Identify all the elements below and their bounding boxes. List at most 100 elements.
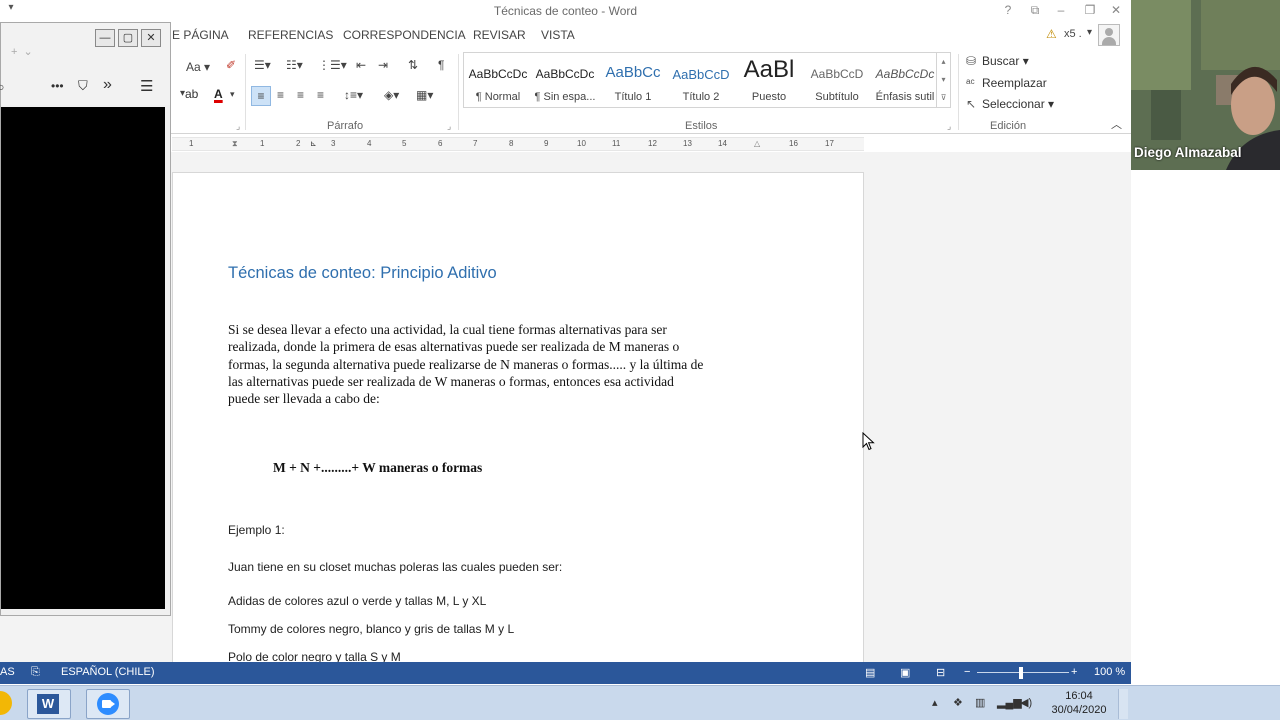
paragraph-dialog-launcher-icon[interactable]: ⌟	[447, 121, 451, 132]
decrease-indent-icon[interactable]: ⇤	[356, 58, 366, 72]
gallery-scroll-up-icon[interactable]: ▴	[936, 53, 950, 71]
proofing-icon[interactable]: ⎘	[31, 666, 40, 679]
overflow-chevron-icon[interactable]: »	[103, 76, 112, 94]
help-icon[interactable]: ?	[998, 3, 1018, 17]
volume-icon[interactable]: ◀)	[1020, 696, 1032, 709]
web-layout-icon[interactable]: ⊟	[936, 666, 945, 679]
language-indicator[interactable]: ESPAÑOL (CHILE)	[61, 666, 155, 678]
more-actions-icon[interactable]: •••	[51, 79, 64, 93]
editing-group-label: Edición	[990, 120, 1027, 132]
browser-address-row: ○ ••• ⛉ » ☰	[0, 76, 170, 100]
multilevel-list-icon[interactable]: ⋮☰▾	[318, 58, 347, 72]
increase-indent-icon[interactable]: ⇥	[378, 58, 388, 72]
new-tab-icon[interactable]: + ⌄	[11, 45, 33, 58]
zoom-level[interactable]: 100 %	[1094, 666, 1125, 678]
indent-marker-icon[interactable]: ⧗	[232, 139, 238, 149]
style-subtitle[interactable]: AaBbCcD Subtítulo	[803, 53, 871, 107]
find-button[interactable]: ⛁ Buscar ▾	[966, 54, 1029, 68]
network-icon[interactable]: ▂▄▆	[997, 696, 1022, 709]
avatar[interactable]	[1098, 24, 1120, 46]
read-mode-icon[interactable]: ▤	[865, 666, 875, 679]
align-right-icon[interactable]: ≡	[297, 88, 304, 102]
word-taskbar-button[interactable]: W	[27, 689, 71, 719]
show-desktop-button[interactable]	[1118, 689, 1128, 719]
ribbon-display-options-icon[interactable]: ⧉	[1025, 3, 1045, 18]
account-label[interactable]: x5 .	[1064, 28, 1082, 40]
start-orb-icon[interactable]	[0, 691, 12, 715]
line-spacing-icon[interactable]: ↕≡▾	[344, 88, 363, 102]
styles-dialog-launcher-icon[interactable]: ⌟	[947, 121, 951, 132]
cursor-icon: ↖	[966, 97, 977, 111]
tab-page-layout[interactable]: E PÁGINA	[172, 28, 229, 42]
tab-references[interactable]: REFERENCIAS	[248, 28, 333, 42]
paragraph-group-label: Párrafo	[327, 120, 364, 132]
gallery-more-icon[interactable]: ⊽	[936, 89, 950, 107]
minimize-button[interactable]: –	[1051, 3, 1071, 17]
styles-group-label: Estilos	[685, 120, 718, 132]
search-icon[interactable]: ○	[0, 80, 4, 94]
justify-icon[interactable]: ≡	[317, 88, 324, 102]
zoom-in-button[interactable]: +	[1071, 666, 1077, 678]
browser-maximize-button[interactable]: ▢	[118, 29, 138, 47]
font-color-icon[interactable]: A	[214, 87, 223, 101]
style-no-spacing[interactable]: AaBbCcDc ¶ Sin espa...	[531, 53, 599, 107]
tab-view[interactable]: VISTA	[541, 28, 575, 42]
status-bar: AS ⎘ ESPAÑOL (CHILE) ▤ ▣ ⊟ − + 100 %	[0, 662, 1131, 684]
style-heading-2[interactable]: AaBbCcD Título 2	[667, 53, 735, 107]
right-indent-marker-icon[interactable]: △	[754, 139, 760, 148]
clipboard-icon[interactable]: ▥	[975, 696, 985, 709]
group-separator	[958, 54, 959, 130]
align-left-icon[interactable]: ≡	[251, 86, 271, 106]
clear-formatting-icon[interactable]: ✐	[226, 58, 236, 72]
browser-content[interactable]	[1, 107, 165, 609]
style-heading-1[interactable]: AaBbCc Título 1	[599, 53, 667, 107]
sort-icon[interactable]: ⇅	[408, 58, 418, 72]
shading-icon[interactable]: ◈▾	[384, 88, 399, 102]
print-layout-icon[interactable]: ▣	[900, 666, 910, 679]
definition-paragraph: Si se desea llevar a efecto una activida…	[228, 322, 704, 407]
account-dropdown-icon[interactable]: ▾	[1087, 27, 1092, 38]
browser-close-button[interactable]: ✕	[141, 29, 161, 47]
zoom-icon	[97, 693, 119, 715]
document-page[interactable]: Técnicas de conteo: Principio Aditivo Si…	[172, 172, 864, 682]
browser-minimize-button[interactable]: —	[95, 29, 115, 47]
pocket-icon[interactable]: ⛉	[78, 78, 88, 94]
numbering-icon[interactable]: ☷▾	[286, 58, 303, 72]
horizontal-ruler[interactable]: 1 1 2 3 4 5 6 7 8 9 10 11 12 13 14 16 17…	[172, 137, 864, 151]
menu-icon[interactable]: ☰	[140, 77, 153, 95]
dropbox-icon[interactable]: ❖	[953, 696, 963, 709]
select-button[interactable]: ↖ Seleccionar ▾	[966, 97, 1054, 111]
style-normal[interactable]: AaBbCcDc ¶ Normal	[464, 53, 532, 107]
style-title[interactable]: AaBl Puesto	[735, 53, 803, 107]
replace-button[interactable]: ᵃᶜ Reemplazar	[966, 76, 1047, 90]
show-hidden-icons-icon[interactable]: ▴	[932, 696, 938, 709]
restore-button[interactable]: ❐	[1080, 3, 1100, 17]
participant-name: Diego Almazabal	[1134, 145, 1242, 160]
taskbar: W ▴ ❖ ▥ ▂▄▆ ◀) 16:04 30/04/2020	[0, 685, 1280, 720]
gallery-scroll-down-icon[interactable]: ▾	[936, 71, 950, 89]
change-case-button[interactable]: Aa ▾	[186, 60, 210, 74]
zoom-out-button[interactable]: −	[964, 666, 970, 678]
tab-stop-icon[interactable]: ⊾	[310, 139, 317, 148]
warning-icon[interactable]: ⚠	[1046, 27, 1057, 41]
collapse-ribbon-icon[interactable]: ︿	[1111, 116, 1122, 132]
highlight-icon[interactable]: ab	[185, 87, 198, 101]
zoom-taskbar-button[interactable]	[86, 689, 130, 719]
example-title: Ejemplo 1:	[228, 523, 285, 537]
style-subtle-emphasis[interactable]: AaBbCcDc Énfasis sutil	[871, 53, 939, 107]
status-word-count[interactable]: AS	[0, 666, 15, 678]
clock-date: 30/04/2020	[1051, 704, 1107, 716]
zoom-slider-track[interactable]	[977, 672, 1069, 673]
tab-mailings[interactable]: CORRESPONDENCIA	[343, 28, 466, 42]
bullets-icon[interactable]: ☰▾	[254, 58, 271, 72]
tab-review[interactable]: REVISAR	[473, 28, 526, 42]
font-color-dropdown-icon[interactable]: ▾	[230, 89, 235, 100]
align-center-icon[interactable]: ≡	[277, 88, 284, 102]
browser-window: — ▢ ✕ + ⌄ ○ ••• ⛉ » ☰	[0, 22, 171, 616]
zoom-slider-thumb[interactable]	[1019, 667, 1023, 679]
close-button[interactable]: ✕	[1106, 3, 1126, 17]
show-formatting-marks-icon[interactable]: ¶	[438, 58, 444, 72]
font-dialog-launcher-icon[interactable]: ⌟	[236, 121, 240, 132]
borders-icon[interactable]: ▦▾	[416, 88, 433, 102]
clock[interactable]: 16:04 30/04/2020	[1048, 689, 1110, 717]
